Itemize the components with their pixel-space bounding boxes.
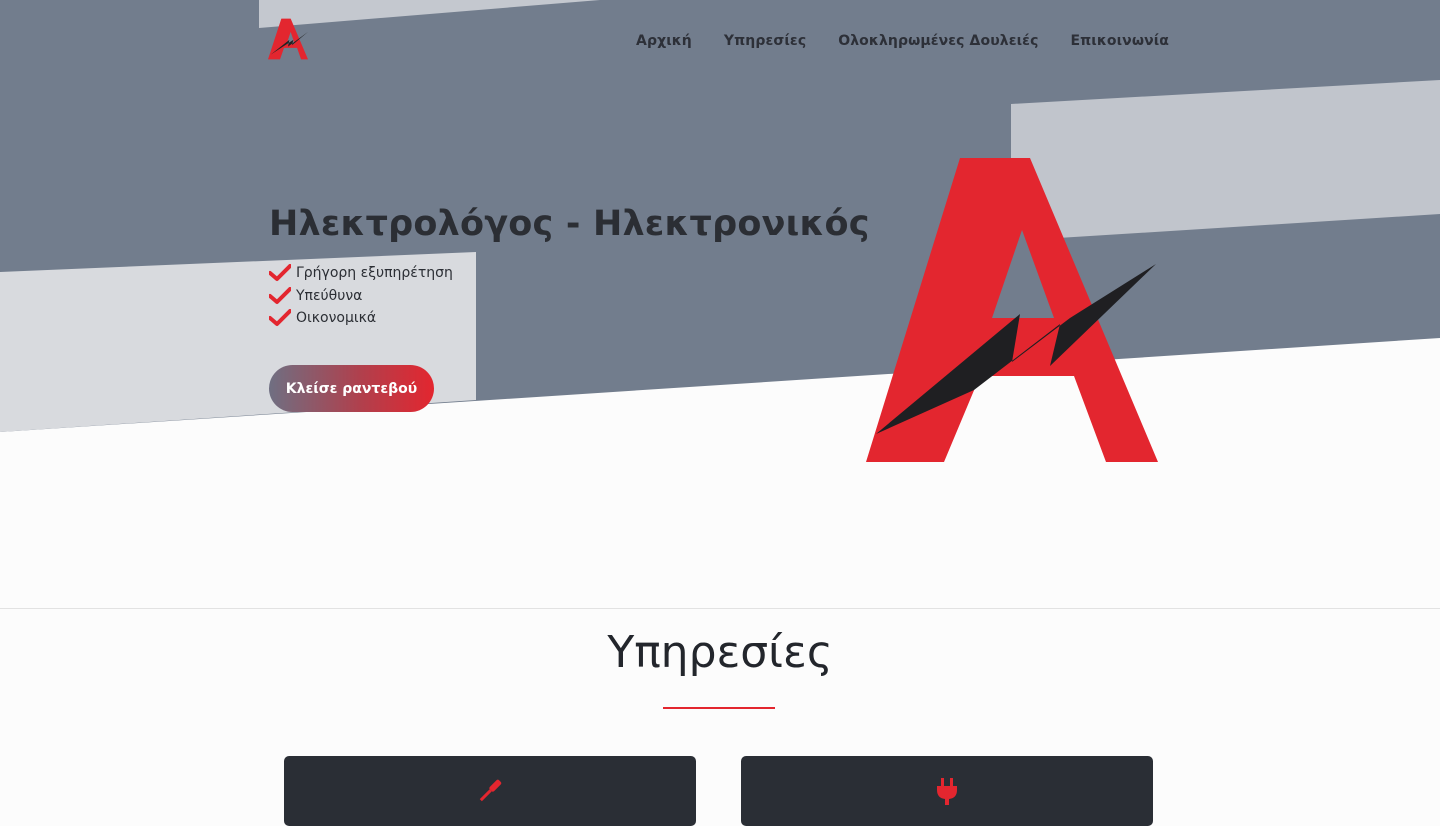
- feature-text: Υπεύθυνα: [296, 287, 363, 304]
- plug-icon: [937, 778, 957, 805]
- feature-list: Γρήγορη εξυπηρέτηση Υπεύθυνα Οικονομικά: [269, 262, 453, 330]
- nav-link-home[interactable]: Αρχική: [636, 33, 692, 49]
- title-underline: [663, 707, 775, 709]
- hero-title: Ηλεκτρολόγος - Ηλεκτρονικός: [269, 204, 870, 244]
- nav-link-completed-work[interactable]: Ολοκληρωμένες Δουλειές: [838, 33, 1038, 49]
- check-icon: [269, 286, 291, 304]
- hero-logo-graphic: [866, 158, 1158, 462]
- feature-item: Οικονομικά: [269, 307, 453, 330]
- service-card[interactable]: [284, 756, 696, 826]
- top-navigation: Αρχική Υπηρεσίες Ολοκληρωμένες Δουλειές …: [0, 0, 1440, 84]
- feature-text: Οικονομικά: [296, 310, 377, 327]
- service-card[interactable]: [741, 756, 1153, 826]
- screwdriver-icon: [479, 779, 502, 802]
- check-icon: [269, 264, 291, 282]
- feature-text: Γρήγορη εξυπηρέτηση: [296, 265, 453, 282]
- check-icon: [269, 309, 291, 327]
- nav-link-contact[interactable]: Επικοινωνία: [1070, 33, 1169, 49]
- nav-link-services[interactable]: Υπηρεσίες: [724, 33, 806, 49]
- section-divider: [0, 608, 1440, 609]
- book-appointment-button[interactable]: Κλείσε ραντεβού: [269, 365, 434, 412]
- main-nav: Αρχική Υπηρεσίες Ολοκληρωμένες Δουλειές …: [636, 33, 1169, 49]
- feature-item: Γρήγορη εξυπηρέτηση: [269, 262, 453, 285]
- logo-icon[interactable]: [268, 18, 308, 60]
- services-title: Υπηρεσίες: [607, 627, 833, 678]
- feature-item: Υπεύθυνα: [269, 285, 453, 308]
